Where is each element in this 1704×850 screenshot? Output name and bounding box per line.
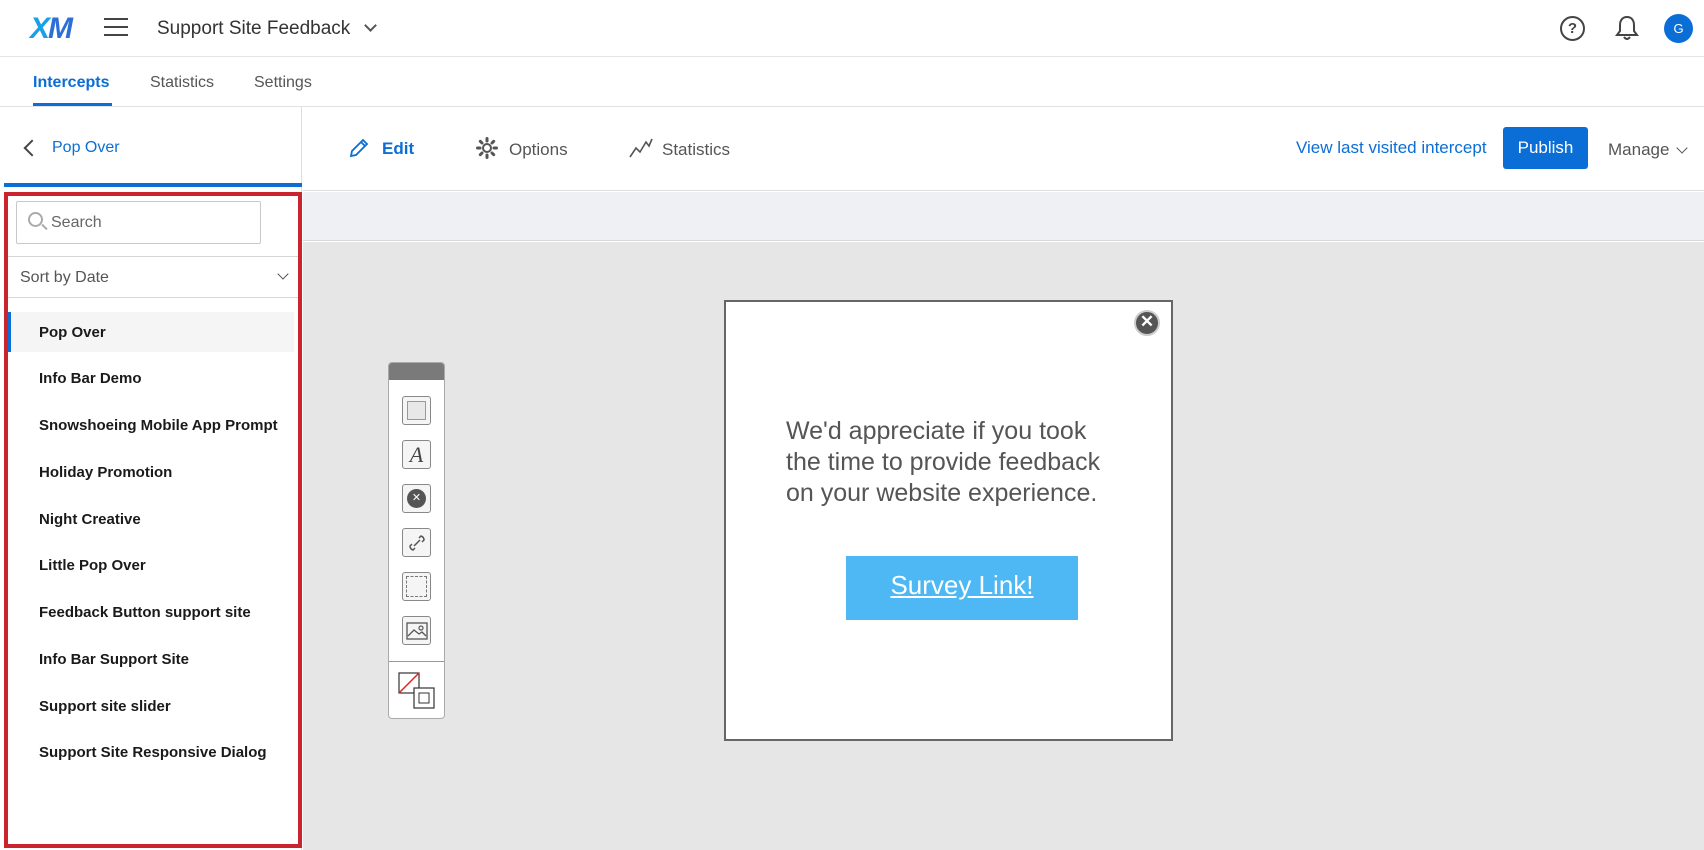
rectangle-tool-icon[interactable] [402,396,431,425]
tab-statistics[interactable]: Statistics [150,74,214,92]
embedded-link-tool-icon[interactable] [402,572,431,601]
link-tool-icon[interactable] [402,528,431,557]
text-tool-icon[interactable]: A [402,440,431,469]
highlight-box [4,192,302,848]
toolbox-divider [389,661,444,662]
tab-settings[interactable]: Settings [254,74,312,92]
back-label[interactable]: Pop Over [52,139,120,157]
menu-icon[interactable] [104,18,128,38]
back-to-intercept[interactable]: Pop Over [4,107,302,187]
manage-dropdown[interactable]: Manage [1608,140,1669,160]
close-button-tool-icon[interactable]: ✕ [402,484,431,513]
project-title[interactable]: Support Site Feedback [157,18,350,40]
bell-icon[interactable] [1614,14,1640,42]
tab-edit[interactable]: Edit [382,139,414,159]
toolbox-drag-handle[interactable] [389,363,444,380]
creative-message[interactable]: We'd appreciate if you took the time to … [786,416,1126,509]
survey-link-button[interactable]: Survey Link! [846,556,1078,620]
image-tool-icon[interactable] [402,616,431,645]
publish-button[interactable]: Publish [1503,127,1588,169]
sub-nav: Intercepts Statistics Settings [0,57,1704,107]
creative-popup[interactable] [724,300,1173,741]
layer-color-tool-icon[interactable] [397,671,437,711]
avatar[interactable]: G [1664,14,1693,43]
canvas-toolbar-strip [303,192,1704,241]
tab-statistics-editor[interactable]: Statistics [662,140,730,160]
tab-options[interactable]: Options [509,140,568,160]
active-tab-indicator [33,103,112,106]
close-icon[interactable]: ✕ [1134,310,1160,336]
gear-icon[interactable] [476,137,498,159]
element-toolbox: A ✕ [388,362,445,719]
pencil-icon[interactable] [348,137,370,159]
tab-intercepts[interactable]: Intercepts [33,74,109,92]
help-icon[interactable]: ? [1560,16,1585,41]
stats-line-icon[interactable] [629,137,653,159]
view-last-visited-link[interactable]: View last visited intercept [1296,138,1487,158]
xm-logo[interactable]: XM [30,12,73,46]
chevron-left-icon[interactable] [23,139,41,157]
top-bar: XM Support Site Feedback ? G [0,0,1704,57]
chevron-down-icon[interactable] [364,19,377,32]
